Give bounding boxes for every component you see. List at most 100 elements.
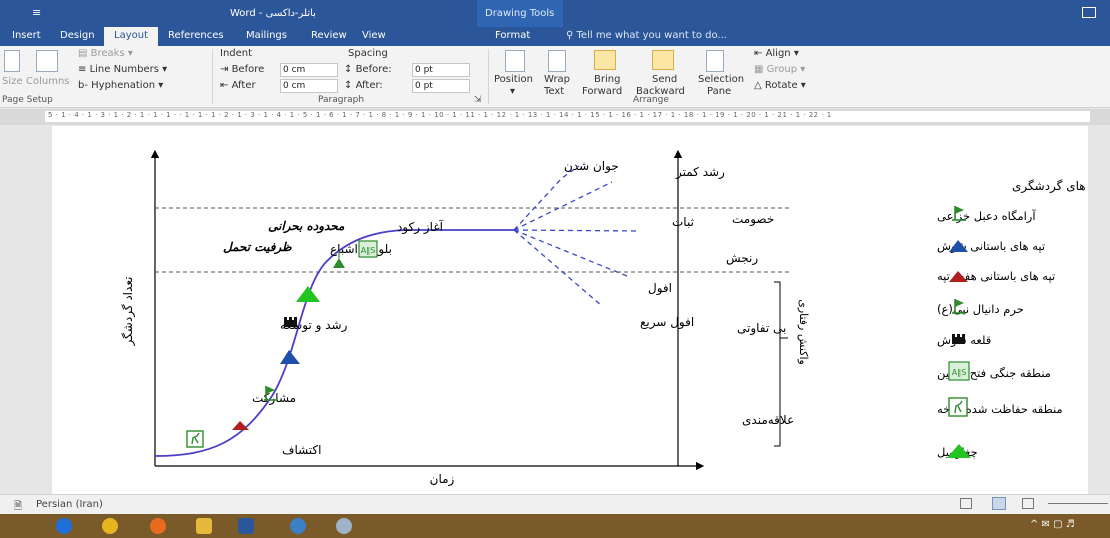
document-page[interactable]: اکتشاف مشارکت رشد و توسعه بلوغ و اشباع آ… — [52, 126, 1088, 494]
position-button[interactable]: Position — [494, 74, 533, 85]
read-mode-icon[interactable] — [960, 498, 972, 509]
tab-design[interactable]: Design — [60, 30, 95, 41]
tab-view[interactable]: View — [362, 30, 386, 41]
columns-button[interactable]: Columns — [26, 76, 70, 87]
line-numbers-label: Line Numbers — [89, 64, 159, 75]
send-backward-icon[interactable] — [652, 50, 674, 70]
spacing-after-input[interactable]: 0 pt — [412, 79, 470, 93]
columns-icon[interactable] — [36, 50, 58, 72]
label-critical-zone: محدوده بحرانی — [268, 219, 345, 234]
label-discovery: اکتشاف — [282, 443, 321, 457]
bring-forward-line2[interactable]: Forward — [582, 86, 622, 97]
language-indicator[interactable]: Persian (Iran) — [36, 499, 103, 510]
selection-pane-line2[interactable]: Pane — [707, 86, 731, 97]
send-backward-line1[interactable]: Send — [652, 74, 677, 85]
legend-label-0: آرامگاه دعبل خزاعی — [937, 209, 1036, 224]
size-icon[interactable] — [4, 50, 20, 72]
wrap-text-icon[interactable] — [548, 50, 566, 72]
deer-icon — [186, 430, 204, 448]
reaction-hostility: خصومت — [732, 212, 774, 227]
tab-insert[interactable]: Insert — [12, 30, 41, 41]
align-label: Align — [765, 48, 791, 59]
reaction-annoyance: رنجش — [726, 251, 758, 266]
rotate-label: Rotate — [764, 80, 798, 91]
indent-after-text: After — [231, 80, 256, 91]
edge-browser-icon[interactable] — [56, 518, 72, 534]
quick-access-menu-icon[interactable]: ≡ — [32, 6, 41, 19]
breaks-label: Breaks — [90, 48, 125, 59]
position-dropdown-icon[interactable]: ▾ — [510, 86, 515, 97]
ribbon-tabs: Insert Design Layout References Mailings… — [0, 27, 1110, 46]
word-window: ≡ Word - باتلر-داکسی Drawing Tools Inser… — [0, 0, 1110, 538]
selection-pane-icon[interactable] — [706, 50, 724, 72]
monument-icon: A‖S — [358, 240, 378, 258]
system-tray-icons[interactable]: ^ ✉ ▢ ♬ — [1030, 519, 1075, 530]
label-decline: افول — [648, 281, 672, 296]
reaction-bracket-label: واکنش رفتاری — [797, 299, 810, 365]
tab-mailings[interactable]: Mailings — [246, 30, 287, 41]
spacing-after-text: After: — [355, 80, 383, 91]
align-button[interactable]: ⇤ Align ▾ — [754, 48, 799, 59]
print-layout-icon[interactable] — [992, 497, 1006, 510]
selection-pane-line1[interactable]: Selection — [698, 74, 744, 85]
reaction-interest: علاقه‌مندی — [742, 413, 794, 427]
word-app-icon[interactable] — [238, 518, 254, 534]
life-cycle-curve — [154, 229, 514, 457]
spacing-before-text: Before: — [355, 64, 392, 75]
label-rapid-decline: افول سریع — [640, 315, 694, 330]
legend: محوطه های گردشگری آرامگاه دعبل خزاعی تپه… — [937, 179, 1088, 460]
horizontal-ruler[interactable]: 5 · 1 · 4 · 1 · 3 · 1 · 2 · 1 · 1 · 1 · … — [0, 109, 1110, 125]
tab-format[interactable]: Format — [495, 30, 530, 41]
legend-title: محوطه های گردشگری — [1012, 179, 1088, 194]
scenario-branches — [513, 165, 640, 307]
file-explorer-icon[interactable] — [196, 518, 212, 534]
group-button[interactable]: ▦ Group ▾ — [754, 64, 805, 75]
taskbar: ^ ✉ ▢ ♬ — [0, 514, 1110, 538]
tourism-life-cycle-diagram[interactable]: اکتشاف مشارکت رشد و توسعه بلوغ و اشباع آ… — [52, 126, 1088, 494]
indent-right-icon: ⇤ — [220, 80, 232, 91]
y-axis-label: تعداد گردشگر — [121, 277, 136, 347]
ruler-numbers: 5 · 1 · 4 · 1 · 3 · 1 · 2 · 1 · 1 · 1 · … — [48, 111, 832, 119]
position-icon[interactable] — [505, 50, 525, 72]
tab-review[interactable]: Review — [311, 30, 347, 41]
wrap-text-line1[interactable]: Wrap — [544, 74, 570, 85]
branch-rejuvenation — [513, 165, 580, 231]
tab-layout[interactable]: Layout — [104, 27, 158, 46]
paragraph-dialog-launcher-icon[interactable]: ⇲ — [474, 95, 482, 105]
ribbon-display-options-icon[interactable] — [1082, 7, 1096, 18]
castle-icon — [284, 317, 297, 327]
indent-before-text: Before — [231, 64, 265, 75]
indent-label: Indent — [220, 48, 253, 59]
breaks-icon: ▤ — [78, 48, 91, 59]
web-layout-icon[interactable] — [1022, 498, 1034, 509]
spacing-before-input[interactable]: 0 pt — [412, 63, 470, 77]
spacing-before-label: ↕ Before: — [344, 64, 392, 75]
line-numbers-icon: ≡ — [78, 64, 90, 75]
indent-before-label: ⇥ Before — [220, 64, 264, 75]
wrap-text-line2[interactable]: Text — [544, 86, 564, 97]
chrome-browser-icon[interactable] — [102, 518, 118, 534]
tell-me-search[interactable]: ⚲ Tell me what you want to do... — [566, 30, 727, 41]
media-player-icon[interactable] — [290, 518, 306, 534]
lightbulb-icon: ⚲ — [566, 30, 577, 41]
hyphenation-button[interactable]: b‐ Hyphenation ▾ — [78, 80, 163, 91]
legend-castle-icon — [952, 334, 965, 344]
indent-after-input[interactable]: 0 cm — [280, 79, 338, 93]
bring-forward-icon[interactable] — [594, 50, 616, 70]
rotate-button[interactable]: △ Rotate ▾ — [754, 80, 806, 91]
tab-references[interactable]: References — [168, 30, 224, 41]
branch-decline — [513, 229, 628, 277]
line-numbers-button[interactable]: ≡ Line Numbers ▾ — [78, 64, 167, 75]
paint-app-icon[interactable] — [336, 518, 352, 534]
green-triangle-icon — [296, 286, 320, 302]
ribbon: Size Columns ▤ Breaks ▾ ≡ Line Numbers ▾… — [0, 46, 1110, 108]
firefox-browser-icon[interactable] — [150, 518, 166, 534]
separator — [212, 49, 213, 104]
group-label: Group — [766, 64, 798, 75]
bring-forward-line1[interactable]: Bring — [594, 74, 620, 85]
size-button[interactable]: Size — [2, 76, 23, 87]
breaks-button[interactable]: ▤ Breaks ▾ — [78, 48, 133, 59]
zoom-slider[interactable] — [1048, 503, 1108, 504]
spacing-label: Spacing — [348, 48, 388, 59]
indent-before-input[interactable]: 0 cm — [280, 63, 338, 77]
